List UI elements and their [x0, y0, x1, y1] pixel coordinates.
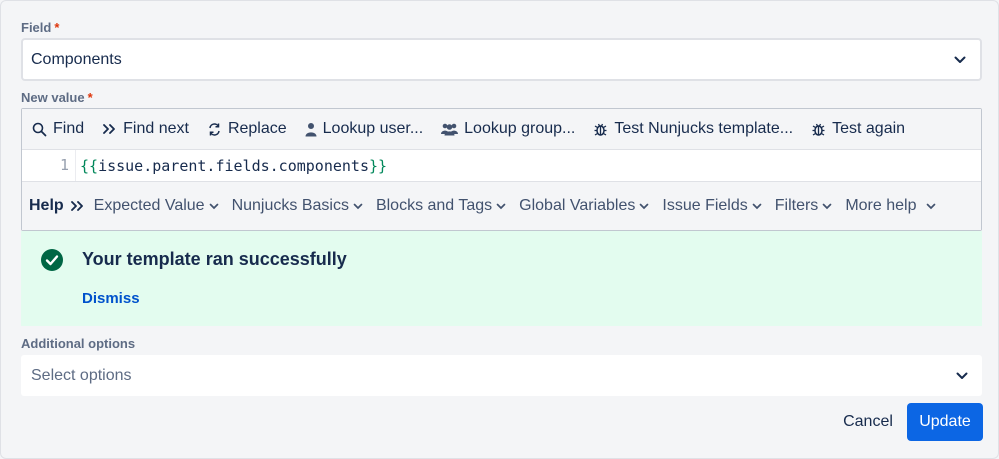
field-select-value: Components — [31, 50, 122, 68]
chevron-down-icon — [822, 203, 832, 209]
options-placeholder: Select options — [31, 366, 132, 384]
help-menu-nunjucks-basics[interactable]: Nunjucks Basics — [232, 197, 363, 215]
bug-icon — [594, 123, 607, 136]
required-mark: * — [87, 90, 93, 105]
chevron-down-icon — [927, 203, 936, 209]
help-menu-more-help[interactable]: More help — [845, 197, 936, 215]
code-text[interactable]: {{issue.parent.fields.components}} — [76, 157, 387, 175]
editor-toolbar: Find Find next Replace Lookup user... Lo… — [22, 109, 981, 150]
help-menu-expected-value[interactable]: Expected Value — [94, 197, 219, 215]
double-chevron-right-icon — [103, 124, 116, 134]
field-label: Field * — [21, 20, 60, 35]
template-expression: issue.parent.fields.components — [98, 156, 369, 175]
required-mark: * — [54, 20, 60, 35]
help-title: Help — [29, 197, 64, 214]
update-button[interactable]: Update — [907, 403, 983, 441]
chevron-down-icon — [954, 56, 966, 63]
close-braces: }} — [369, 156, 388, 175]
additional-options-select[interactable]: Select options — [21, 355, 982, 396]
chevron-down-icon — [496, 203, 506, 209]
edit-field-panel: Field * Components New value * Find Find n… — [0, 0, 999, 459]
additional-options-label: Additional options — [21, 336, 136, 351]
lookup-user-button[interactable]: Lookup user... — [305, 120, 423, 138]
chevron-down-icon — [209, 203, 218, 209]
open-braces: {{ — [80, 156, 99, 175]
refresh-icon — [209, 122, 220, 136]
help-menu-issue-fields[interactable]: Issue Fields — [662, 197, 762, 215]
dismiss-link[interactable]: Dismiss — [82, 290, 140, 307]
field-select[interactable]: Components — [21, 38, 982, 81]
cancel-button[interactable]: Cancel — [831, 403, 905, 441]
double-chevron-right-icon — [70, 201, 83, 211]
help-menu-filters[interactable]: Filters — [775, 197, 833, 215]
check-circle-icon — [41, 249, 63, 271]
replace-button[interactable]: Replace — [207, 120, 287, 138]
chevron-down-icon — [956, 372, 968, 379]
find-next-button[interactable]: Find next — [102, 120, 189, 138]
users-icon — [441, 123, 459, 136]
line-number: 1 — [22, 150, 76, 181]
code-line[interactable]: 1 {{issue.parent.fields.components}} — [22, 150, 981, 181]
help-bar: Help Expected Value Nunjucks Basics Bloc… — [22, 181, 981, 230]
bug-icon — [812, 123, 825, 136]
help-menu-global-variables[interactable]: Global Variables — [519, 197, 649, 215]
test-again-button[interactable]: Test again — [811, 120, 905, 138]
find-button[interactable]: Find — [32, 120, 84, 138]
user-icon — [305, 122, 317, 136]
search-icon — [32, 122, 47, 136]
success-message: Your template ran successfully Dismiss — [21, 231, 982, 326]
chevron-down-icon — [640, 203, 649, 209]
help-menu-blocks-and-tags[interactable]: Blocks and Tags — [376, 197, 506, 215]
new-value-label: New value * — [21, 90, 93, 105]
template-editor: Find Find next Replace Lookup user... Lo… — [21, 108, 982, 231]
test-template-button[interactable]: Test Nunjucks template... — [593, 120, 793, 138]
success-title: Your template ran successfully — [82, 249, 347, 269]
lookup-group-button[interactable]: Lookup group... — [441, 120, 575, 138]
chevron-down-icon — [752, 203, 762, 209]
chevron-down-icon — [353, 203, 363, 209]
